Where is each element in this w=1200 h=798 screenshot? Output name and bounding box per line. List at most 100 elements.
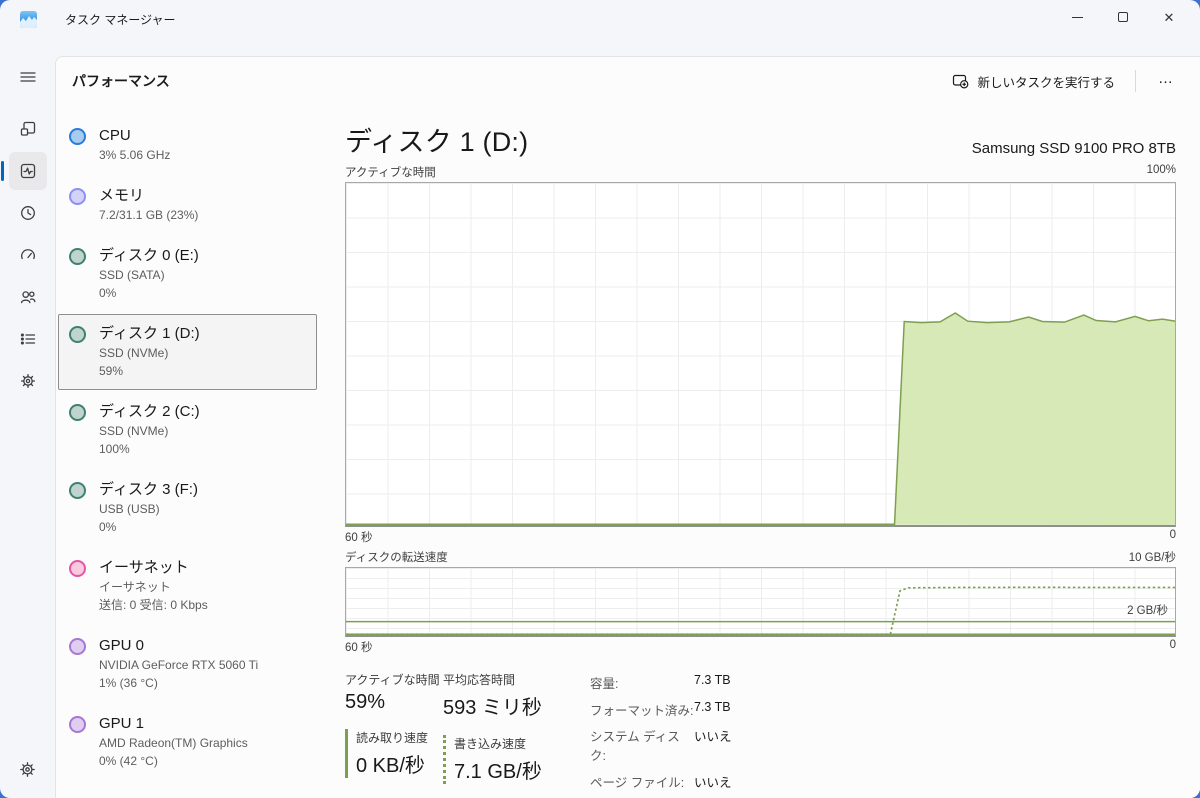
run-new-task-icon <box>953 74 969 89</box>
content-panel: パフォーマンス 新しいタスクを実行する … CPU 3% 5.06 GHz メモ… <box>55 56 1200 798</box>
rail-item-details[interactable] <box>9 320 47 358</box>
disk-detail-pane: ディスク 1 (D:) Samsung SSD 9100 PRO 8TB アクテ… <box>345 105 1176 798</box>
device-sub: SSD (NVMe) <box>99 424 169 438</box>
device-sub: SSD (NVMe) <box>99 346 169 360</box>
ethernet-status-circle <box>69 560 86 577</box>
write-speed-value: 7.1 GB/秒 <box>454 761 542 783</box>
avg-response-value: 593 ミリ秒 <box>443 697 542 719</box>
processes-icon <box>20 121 35 136</box>
maximize-button[interactable] <box>1100 0 1146 34</box>
app-history-icon <box>20 206 35 220</box>
device-item-disk0[interactable]: ディスク 0 (E:) SSD (SATA) 0% <box>58 236 317 312</box>
rail-item-app-history[interactable] <box>9 194 47 232</box>
disk-stats: アクティブな時間 59% 読み取り速度 0 KB/秒 平均応答時間 593 ミリ… <box>345 671 1176 798</box>
close-button[interactable]: ✕ <box>1146 0 1192 34</box>
navigation-rail <box>0 56 55 798</box>
chart1-x-right: 0 <box>1169 529 1176 541</box>
device-sub: USB (USB) <box>99 502 160 516</box>
device-title: イーサネット <box>99 559 189 576</box>
device-item-disk2[interactable]: ディスク 2 (C:) SSD (NVMe) 100% <box>58 392 317 468</box>
users-icon <box>20 291 35 304</box>
maximize-icon <box>1118 12 1128 22</box>
chart1-label: アクティブな時間 <box>345 167 436 179</box>
device-title: ディスク 1 (D:) <box>99 325 200 342</box>
hamburger-icon <box>19 72 36 82</box>
device-title: CPU <box>99 127 131 144</box>
minimize-icon <box>1071 16 1083 18</box>
reference-line-label: 2 GB/秒 <box>1127 605 1168 617</box>
memory-status-circle <box>69 188 86 205</box>
rail-item-processes[interactable] <box>9 110 47 148</box>
chart2-max-label: 10 GB/秒 <box>1128 552 1176 564</box>
device-item-cpu[interactable]: CPU 3% 5.06 GHz <box>58 116 317 174</box>
disk-title: ディスク 1 (D:) <box>345 127 529 157</box>
device-sub: イーサネット <box>99 580 171 594</box>
rail-item-users[interactable] <box>9 278 47 316</box>
services-icon <box>20 373 35 389</box>
system-disk-label: システム ディスク: <box>590 730 680 763</box>
formatted-value: 7.3 TB <box>694 699 731 714</box>
device-item-ethernet[interactable]: イーサネット イーサネット 送信: 0 受信: 0 Kbps <box>58 548 317 624</box>
run-new-task-button[interactable]: 新しいタスクを実行する <box>942 65 1125 98</box>
disk2-status-circle <box>69 404 86 421</box>
settings-gear-icon <box>20 761 35 777</box>
device-item-disk1-selected[interactable]: ディスク 1 (D:) SSD (NVMe) 59% <box>58 314 317 390</box>
panel-header: パフォーマンス 新しいタスクを実行する … <box>56 57 1200 105</box>
capacity-label: 容量: <box>590 677 619 691</box>
task-manager-app-icon <box>20 11 37 28</box>
device-item-memory[interactable]: メモリ 7.2/31.1 GB (23%) <box>58 176 317 234</box>
device-sub: 0% <box>99 286 117 300</box>
device-sub: 59% <box>99 364 124 378</box>
device-sub: 3% 5.06 GHz <box>99 148 171 162</box>
active-time-chart <box>345 182 1176 527</box>
disk1-status-circle <box>69 326 86 343</box>
rail-item-startup-apps[interactable] <box>9 236 47 274</box>
disk3-status-circle <box>69 482 86 499</box>
device-sub: NVIDIA GeForce RTX 5060 Ti <box>99 658 259 672</box>
chart2-x-right: 0 <box>1169 639 1176 651</box>
device-sub: AMD Radeon(TM) Graphics <box>99 736 248 750</box>
minimize-button[interactable] <box>1054 0 1100 34</box>
write-speed-label: 書き込み速度 <box>454 737 527 751</box>
device-sub: 7.2/31.1 GB (23%) <box>99 208 199 222</box>
device-sub: 0% (42 °C) <box>99 754 158 768</box>
page-file-label: ページ ファイル: <box>590 775 685 790</box>
more-options-button[interactable]: … <box>1146 66 1186 97</box>
read-speed-value: 0 KB/秒 <box>356 755 425 777</box>
close-icon: ✕ <box>1163 9 1175 25</box>
settings-button[interactable] <box>9 750 47 788</box>
startup-apps-icon <box>20 249 35 260</box>
device-list: CPU 3% 5.06 GHz メモリ 7.2/31.1 GB (23%) ディ… <box>58 114 317 782</box>
task-manager-window: タスク マネージャー ✕ パフォーマンス 新しいタスクを実行する … CPU 3… <box>0 0 1200 798</box>
rail-item-performance[interactable] <box>0 152 47 190</box>
device-title: ディスク 2 (C:) <box>99 403 200 420</box>
disk-properties: 容量: 7.3 TB フォーマット済み: 7.3 TB システム ディスク: いいえ … <box>590 673 880 798</box>
hamburger-menu-button[interactable] <box>9 58 47 96</box>
transfer-rate-chart: 2 GB/秒 <box>345 567 1176 637</box>
read-speed-label: 読み取り速度 <box>356 731 429 745</box>
titlebar: タスク マネージャー ✕ <box>0 0 1200 56</box>
active-time-stat-label: アクティブな時間 <box>345 673 440 687</box>
device-title: GPU 1 <box>99 715 145 732</box>
page-title: パフォーマンス <box>72 73 170 89</box>
formatted-label: フォーマット済み: <box>590 703 694 718</box>
device-item-gpu0[interactable]: GPU 0 NVIDIA GeForce RTX 5060 Ti 1% (36 … <box>58 626 317 702</box>
device-title: メモリ <box>99 187 145 204</box>
performance-icon <box>20 163 35 179</box>
active-time-stat-value: 59% <box>345 691 386 713</box>
page-file-value: いいえ <box>694 775 732 790</box>
header-divider <box>1135 70 1136 92</box>
chart2-label: ディスクの転送速度 <box>345 552 448 564</box>
gpu0-status-circle <box>69 638 86 655</box>
window-title: タスク マネージャー <box>65 13 176 27</box>
disk0-status-circle <box>69 248 86 265</box>
disk-model: Samsung SSD 9100 PRO 8TB <box>971 140 1176 157</box>
capacity-value: 7.3 TB <box>694 673 731 687</box>
rail-item-services[interactable] <box>9 362 47 400</box>
cpu-status-circle <box>69 128 86 145</box>
system-disk-value: いいえ <box>694 730 732 744</box>
device-sub: 100% <box>99 442 130 456</box>
device-item-gpu1[interactable]: GPU 1 AMD Radeon(TM) Graphics 0% (42 °C) <box>58 704 317 780</box>
chart1-x-left: 60 秒 <box>345 532 373 544</box>
device-item-disk3[interactable]: ディスク 3 (F:) USB (USB) 0% <box>58 470 317 546</box>
